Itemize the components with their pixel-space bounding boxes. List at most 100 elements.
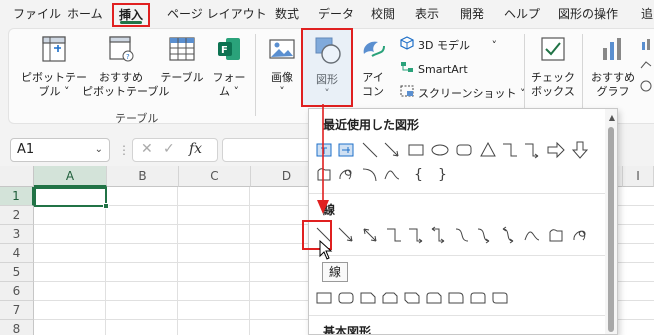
column-header-a[interactable]: A xyxy=(34,166,107,187)
elbow-connector-shape[interactable] xyxy=(385,226,403,244)
selected-cell-a1[interactable] xyxy=(34,187,109,209)
scroll-up-arrow-icon[interactable]: ▲ xyxy=(609,113,615,122)
recent-right-brace-shape[interactable]: } xyxy=(433,165,451,183)
freeform-shape[interactable] xyxy=(547,226,565,244)
recent-right-arrow-shape[interactable] xyxy=(547,141,565,159)
checkbox-button[interactable]: チェック ボックス xyxy=(530,34,576,99)
cancel-icon[interactable]: ✕ xyxy=(141,141,153,157)
curve-shape[interactable] xyxy=(523,226,541,244)
row-header-5[interactable]: 5 xyxy=(0,263,34,282)
chart-small-icons[interactable] xyxy=(640,38,654,98)
basic-shapes-title: 基本図形 xyxy=(323,325,372,335)
icons-label-1: アイ xyxy=(362,71,384,84)
drag-handle-icon[interactable]: ⋮ xyxy=(118,142,130,158)
recommended-charts-label-2: グラフ xyxy=(596,85,630,98)
curved-connector-shape[interactable] xyxy=(453,226,471,244)
images-label-2: ˅ xyxy=(279,85,285,98)
tab-help[interactable]: ヘルプ xyxy=(504,4,540,24)
tab-data[interactable]: データ xyxy=(318,4,354,24)
recent-arrow-shape[interactable] xyxy=(383,141,401,159)
forms-button[interactable]: F フォー ム ˅ xyxy=(206,34,252,99)
elbow-arrow-connector-shape[interactable] xyxy=(407,226,425,244)
screenshot-icon xyxy=(400,84,414,104)
smartart-button[interactable]: SmartArt xyxy=(400,60,468,78)
tab-home[interactable]: ホーム xyxy=(67,4,103,24)
fill-handle[interactable] xyxy=(103,203,109,209)
svg-text:{: { xyxy=(414,167,423,183)
curved-arrow-connector-shape[interactable] xyxy=(475,226,493,244)
row-header-3[interactable]: 3 xyxy=(0,225,34,244)
section-divider xyxy=(309,193,605,194)
tab-insert[interactable]: 挿入 xyxy=(112,3,151,27)
snip-round-corner-shape[interactable] xyxy=(425,289,443,307)
name-box[interactable]: A1 ⌄ xyxy=(10,138,110,162)
scribble-shape[interactable] xyxy=(571,226,589,244)
chevron-down-icon[interactable]: ⌄ xyxy=(95,139,103,161)
recent-scribble-shape[interactable] xyxy=(337,165,355,183)
images-button[interactable]: 画像 ˅ xyxy=(262,34,302,99)
row-header-6[interactable]: 6 xyxy=(0,282,34,301)
row-header-4[interactable]: 4 xyxy=(0,244,34,263)
row-header-1[interactable]: 1 xyxy=(0,187,34,206)
elbow-double-arrow-connector-shape[interactable] xyxy=(429,226,447,244)
tab-view[interactable]: 表示 xyxy=(415,4,439,24)
icons-button[interactable]: アイ コン xyxy=(354,34,392,99)
arrow-line-shape[interactable] xyxy=(337,226,355,244)
row-header-7[interactable]: 7 xyxy=(0,301,34,320)
screenshot-label: スクリーンショット ˅ xyxy=(418,87,526,100)
recent-rounded-rect-shape[interactable] xyxy=(455,141,473,159)
recent-triangle-shape[interactable] xyxy=(479,141,497,159)
tab-shape-format[interactable]: 図形の操作 xyxy=(558,4,618,24)
snip-diagonal-shape[interactable] xyxy=(403,289,421,307)
rounded-rectangle-shape[interactable] xyxy=(337,289,355,307)
recent-curve-shape[interactable] xyxy=(383,165,401,183)
recommended-charts-button[interactable]: おすすめ グラフ xyxy=(588,34,638,99)
recent-rectangle-shape[interactable] xyxy=(407,141,425,159)
recent-oval-shape[interactable] xyxy=(431,141,449,159)
gallery-scrollbar[interactable]: ▲ xyxy=(605,109,617,334)
insert-function-icon[interactable]: fx xyxy=(189,141,202,157)
tab-review[interactable]: 校閲 xyxy=(371,4,395,24)
rectangle-shape[interactable] xyxy=(315,289,333,307)
recent-elbow-arrow-shape[interactable] xyxy=(523,141,541,159)
recent-left-brace-shape[interactable]: { xyxy=(409,165,427,183)
snip-same-side-shape[interactable] xyxy=(381,289,399,307)
round-diagonal-shape[interactable] xyxy=(491,289,509,307)
select-all-corner[interactable] xyxy=(0,166,34,187)
snip-single-corner-shape[interactable] xyxy=(359,289,377,307)
pivot-table-button[interactable]: ピボットテー ブル ˅ xyxy=(18,34,90,99)
3d-model-caret[interactable]: ˅ xyxy=(491,39,497,52)
recent-line-shape[interactable] xyxy=(361,141,379,159)
pivot-table-icon xyxy=(18,34,90,68)
tab-more[interactable]: 追 xyxy=(641,4,653,24)
tab-developer[interactable]: 開発 xyxy=(460,4,484,24)
formula-input[interactable] xyxy=(222,138,312,162)
recent-down-arrow-shape[interactable] xyxy=(571,141,589,159)
round-single-corner-shape[interactable] xyxy=(447,289,465,307)
row-header-8[interactable]: 8 xyxy=(0,320,34,335)
scroll-thumb[interactable] xyxy=(608,127,614,332)
double-arrow-line-shape[interactable] xyxy=(361,226,379,244)
round-same-side-shape[interactable] xyxy=(469,289,487,307)
screenshot-button[interactable]: スクリーンショット ˅ xyxy=(400,84,525,102)
shapes-gallery: 最近使用した図形 { } 線 基本図形 ▲ xyxy=(308,108,618,335)
tab-file[interactable]: ファイル xyxy=(13,4,61,24)
table-button[interactable]: テーブル xyxy=(160,34,204,85)
recent-vertical-textbox-shape[interactable] xyxy=(337,141,355,159)
row-header-2[interactable]: 2 xyxy=(0,206,34,225)
column-header-b[interactable]: B xyxy=(107,166,179,187)
recent-arc-shape[interactable] xyxy=(361,165,379,183)
curved-double-arrow-shape[interactable] xyxy=(499,226,517,244)
enter-icon[interactable]: ✓ xyxy=(163,141,175,157)
recommended-charts-label-1: おすすめ xyxy=(591,71,635,84)
table-icon xyxy=(160,34,204,68)
recent-elbow-connector-shape[interactable] xyxy=(501,141,519,159)
tab-page-layout[interactable]: ページ レイアウト xyxy=(167,4,267,24)
tab-formulas[interactable]: 数式 xyxy=(275,4,299,24)
column-header-c[interactable]: C xyxy=(179,166,251,187)
3d-model-button[interactable]: 3D モデル ˅ xyxy=(400,36,497,54)
column-header-i[interactable]: I xyxy=(623,166,654,187)
recommended-pivot-label-2: ピボットテーブル xyxy=(82,85,170,98)
smartart-icon xyxy=(400,60,414,80)
recommended-pivot-button[interactable]: ? おすすめ ピボットテーブル xyxy=(82,34,170,99)
